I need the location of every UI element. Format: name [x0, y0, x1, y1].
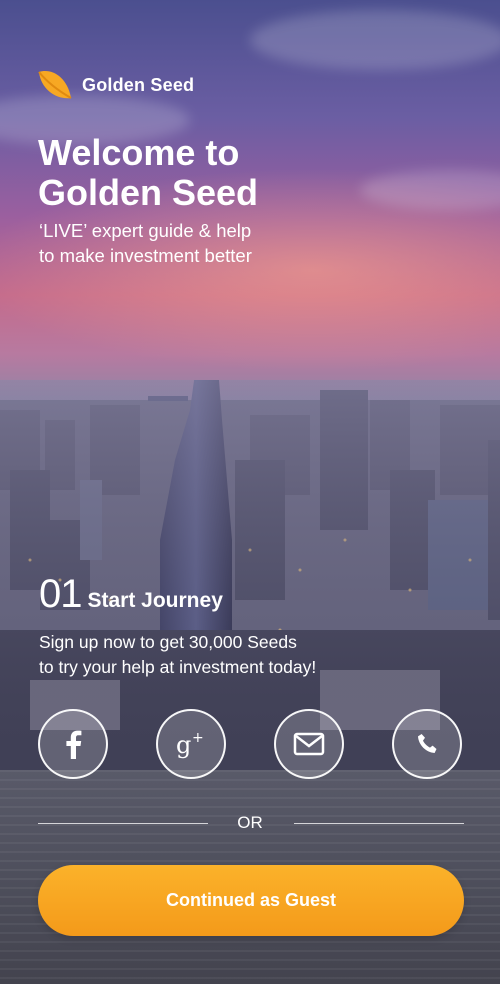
step-number: 01 [39, 572, 82, 616]
brand-name: Golden Seed [82, 75, 195, 95]
facebook-login-button[interactable] [38, 709, 108, 779]
google-plus-icon: g + [176, 730, 204, 759]
title-line-1: Welcome to [38, 132, 240, 173]
continue-as-guest-button[interactable]: Continued as Guest [38, 865, 464, 936]
step-desc-line-1: Sign up now to get 30,000 Seeds [39, 632, 297, 652]
leaf-logo-icon [38, 71, 72, 99]
svg-text:g: g [176, 731, 191, 759]
page-subtitle: ‘LIVE’ expert guide & help to make inves… [39, 218, 459, 268]
phone-icon [418, 734, 437, 753]
subtitle-line-1: ‘LIVE’ expert guide & help [39, 220, 252, 241]
mail-icon [293, 732, 325, 756]
email-login-button[interactable] [274, 709, 344, 779]
phone-login-button[interactable] [392, 709, 462, 779]
divider-right [294, 823, 464, 824]
page-title: Welcome to Golden Seed [38, 133, 458, 213]
step-desc-line-2: to try your help at investment today! [39, 657, 317, 677]
google-plus-login-button[interactable]: g + [156, 709, 226, 779]
title-line-2: Golden Seed [38, 172, 259, 213]
step-label: Start Journey [87, 589, 223, 612]
subtitle-line-2: to make investment better [39, 245, 252, 266]
step-heading: 01 Start Journey [39, 572, 223, 617]
welcome-screen: Golden Seed Welcome to Golden Seed ‘LIVE… [0, 0, 500, 984]
svg-text:+: + [192, 730, 204, 746]
facebook-icon [66, 730, 82, 759]
cloud [250, 10, 500, 70]
step-description: Sign up now to get 30,000 Seeds to try y… [39, 630, 479, 680]
